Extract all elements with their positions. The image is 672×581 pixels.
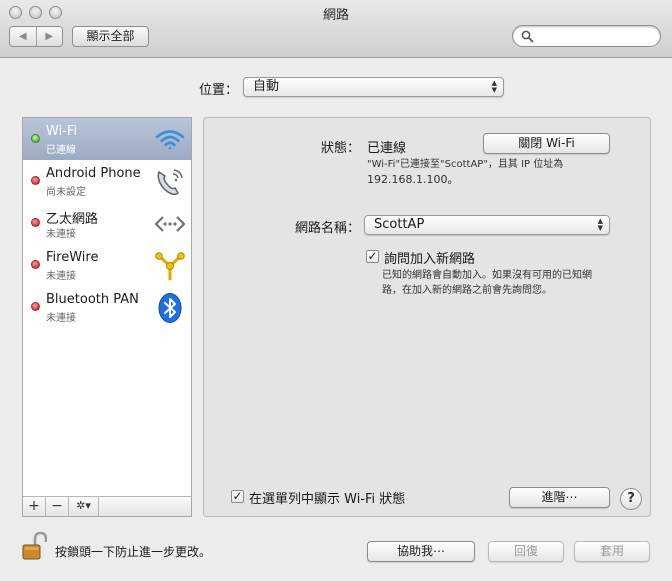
service-status: 未連接 bbox=[46, 313, 76, 324]
help-button[interactable]: ? bbox=[620, 488, 642, 510]
status-dot-red-icon bbox=[31, 302, 40, 311]
firewire-icon bbox=[155, 252, 185, 281]
ask-join-checkbox[interactable]: ✓ bbox=[366, 250, 379, 263]
service-item-wifi[interactable]: Wi-Fi 已連線 bbox=[23, 118, 191, 160]
service-item-firewire[interactable]: FireWire 未連接 bbox=[23, 244, 191, 286]
location-value: 自動 bbox=[253, 79, 280, 94]
service-status: 已連線 bbox=[46, 145, 76, 156]
remove-service-button[interactable]: − bbox=[46, 497, 69, 516]
add-service-button[interactable]: + bbox=[23, 497, 46, 516]
network-name-label: 網路名稱： bbox=[294, 221, 360, 236]
status-description-line1: "Wi-Fi"已連接至"ScottAP"，且其 IP 位址為 bbox=[367, 159, 564, 170]
show-all-button[interactable]: 顯示全部 bbox=[72, 26, 149, 47]
search-input[interactable] bbox=[537, 28, 655, 44]
service-name: Android Phone bbox=[46, 166, 141, 181]
ask-join-description-line1: 已知的網路會自動加入。如果沒有可用的已知網 bbox=[382, 270, 592, 281]
service-name: Bluetooth PAN bbox=[46, 292, 139, 307]
location-popup[interactable]: 自動 ▲ ▼ bbox=[243, 77, 504, 97]
show-in-menubar-label: 在選單列中顯示 Wi-Fi 狀態 bbox=[249, 492, 406, 507]
service-name: Wi-Fi bbox=[46, 124, 78, 139]
service-item-android-phone[interactable]: Android Phone 尚未設定 bbox=[23, 160, 191, 202]
ask-join-label: 詢問加入新網路 bbox=[384, 252, 476, 267]
network-name-value: ScottAP bbox=[374, 217, 425, 232]
network-name-popup[interactable]: ScottAP ▲ ▼ bbox=[364, 215, 610, 235]
status-dot-red-icon bbox=[31, 176, 40, 185]
service-actions-gear-button[interactable]: ✲▾ bbox=[69, 497, 99, 516]
location-label: 位置： bbox=[198, 83, 238, 98]
service-item-ethernet[interactable]: 乙太網路 未連接 bbox=[23, 202, 191, 244]
service-status: 尚未設定 bbox=[46, 187, 86, 198]
show-in-menubar-checkbox[interactable]: ✓ bbox=[231, 490, 244, 503]
ethernet-icon bbox=[154, 216, 186, 232]
popup-arrows-icon: ▲ ▼ bbox=[491, 79, 497, 94]
status-value: 已連線 bbox=[367, 141, 407, 156]
status-dot-green-icon bbox=[31, 134, 40, 143]
search-field[interactable] bbox=[512, 25, 661, 47]
phone-icon bbox=[157, 169, 183, 196]
bluetooth-icon bbox=[158, 293, 182, 323]
window-titlebar: 網路 ◀ ▶ 顯示全部 bbox=[0, 0, 672, 58]
revert-button[interactable]: 回復 bbox=[488, 541, 564, 562]
window-title: 網路 bbox=[322, 8, 349, 23]
wifi-icon bbox=[155, 130, 185, 149]
turn-off-wifi-button[interactable]: 關閉 Wi-Fi bbox=[483, 133, 610, 154]
assist-me-button[interactable]: 協助我⋯ bbox=[367, 541, 475, 562]
service-list-actions: + − ✲▾ bbox=[23, 496, 191, 516]
advanced-button[interactable]: 進階⋯ bbox=[509, 487, 610, 508]
lock-icon[interactable] bbox=[21, 531, 47, 563]
history-nav: ◀ ▶ bbox=[9, 26, 63, 47]
forward-button[interactable]: ▶ bbox=[35, 27, 63, 46]
detail-panel: 狀態： 已連線 關閉 Wi-Fi "Wi-Fi"已連接至"ScottAP"，且其… bbox=[203, 117, 651, 517]
status-label: 狀態： bbox=[320, 141, 360, 156]
back-button[interactable]: ◀ bbox=[10, 27, 36, 46]
service-item-bluetooth-pan[interactable]: Bluetooth PAN 未連接 bbox=[23, 286, 191, 328]
service-name: FireWire bbox=[46, 250, 99, 265]
status-dot-red-icon bbox=[31, 218, 40, 227]
ask-join-description-line2: 路，在加入新的網路之前會先詢問您。 bbox=[382, 285, 552, 296]
status-description-line2: 192.168.1.100。 bbox=[367, 173, 459, 186]
lock-hint-text: 按鎖頭一下防止進一步更改。 bbox=[55, 545, 212, 559]
popup-arrows-icon: ▲ ▼ bbox=[597, 217, 603, 232]
service-status: 未連接 bbox=[46, 229, 76, 240]
service-status: 未連接 bbox=[46, 271, 76, 282]
status-dot-red-icon bbox=[31, 260, 40, 269]
service-list: Wi-Fi 已連線 Android Phone 尚未設定 乙太網路 未連接 Fi… bbox=[22, 117, 192, 517]
apply-button[interactable]: 套用 bbox=[574, 541, 650, 562]
search-icon bbox=[521, 30, 534, 43]
